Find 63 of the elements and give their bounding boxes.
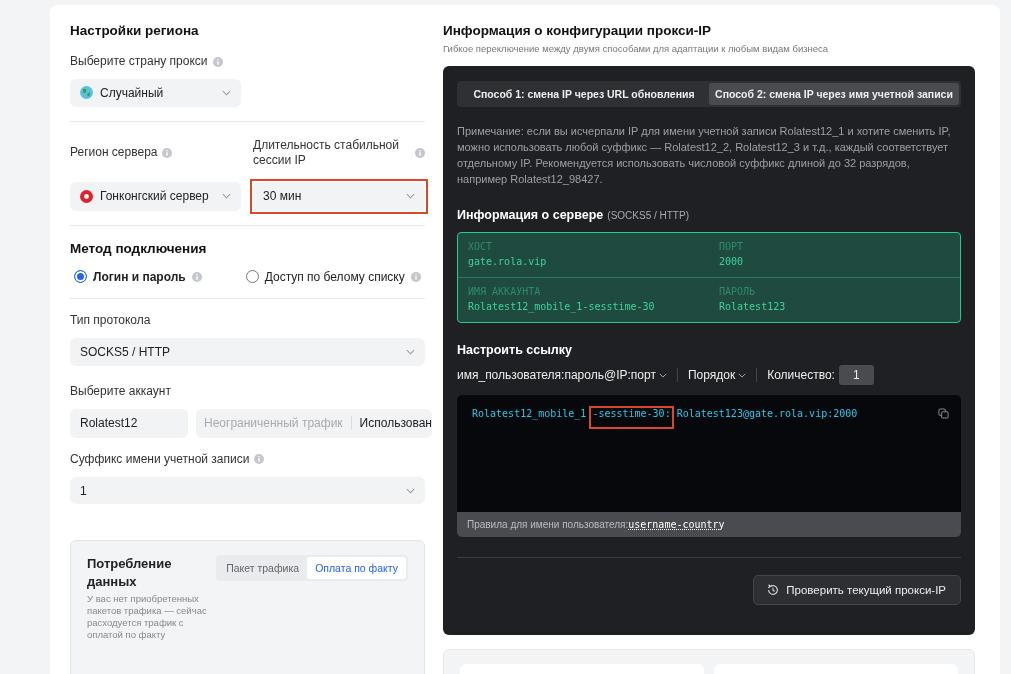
info-icon (415, 147, 425, 158)
copy-icon[interactable] (938, 408, 949, 419)
info-icon (191, 271, 202, 282)
billing-tab[interactable]: Пакет трафика (218, 557, 308, 580)
section-title: Информация о конфигурации прокси-IP (443, 22, 713, 40)
flag-icon (80, 189, 93, 203)
account-field[interactable]: Rolatest12 (70, 408, 188, 438)
field-label: Тип протокола (70, 312, 151, 328)
section-title: Метод подключения (70, 239, 208, 258)
chevron-icon (222, 89, 231, 96)
link-title: Настроить ссылку (457, 343, 573, 357)
radio-label[interactable]: Доступ по белому списку (264, 269, 405, 284)
quantity-field[interactable]: 1 (838, 365, 874, 385)
country-select[interactable]: Случайный (70, 79, 241, 107)
globe-icon (80, 86, 93, 100)
server-field-value: 2000 (719, 256, 745, 267)
chevron-icon (406, 348, 415, 355)
method-tab[interactable]: Способ 1: смена IP через URL обновления (459, 83, 709, 105)
traffic-text: Неограниченный трафик (204, 416, 352, 431)
quantity-label: Количество: (767, 368, 835, 382)
server-info-subtitle: (SOCKS5 / HTTP) (607, 210, 689, 221)
format-dropdown[interactable]: имя_пользователя:пароль@IP:порт (457, 368, 667, 382)
session-duration-select[interactable]: 30 мин (253, 181, 425, 211)
server-field-value: Rolatest123 (719, 301, 787, 312)
field-label: Выберите аккаунт (70, 383, 171, 399)
field-label: Выберите страну прокси (70, 54, 208, 69)
server-info-title: Информация о сервере (457, 208, 604, 222)
info-icon (212, 56, 223, 67)
server-field-value: Rolatest12_mobile_1-sesstime-30 (468, 301, 656, 312)
method-tab[interactable]: Способ 2: смена IP через имя учетной записи (709, 83, 959, 105)
section-title: Настройки региона (70, 22, 200, 40)
field-label: Суффикс имени учетной записи (70, 451, 250, 467)
radio-label[interactable]: Логин и пароль (93, 269, 186, 284)
server-field-label: ИМЯ АККАУНТА (468, 286, 542, 297)
billing-tab[interactable]: Оплата по факту (307, 557, 406, 580)
chevron-icon (222, 193, 231, 200)
card-title: Потребление данных (87, 555, 173, 592)
protocol-select[interactable]: SOCKS5 / HTTP (70, 337, 425, 366)
info-icon (162, 147, 173, 158)
field-label: Длительность стабильной сессии IP (253, 137, 400, 168)
chevron-icon (738, 372, 747, 378)
suffix-select[interactable]: 1 (70, 476, 425, 505)
server-field-value: gate.rola.vip (468, 256, 548, 267)
server-field-label: ХОСТ (468, 241, 494, 252)
server-field-label: ПАРОЛЬ (719, 286, 757, 297)
chevron-icon (406, 193, 415, 200)
refresh-clock-icon (766, 583, 781, 597)
chevron-icon (658, 372, 667, 378)
info-icon (410, 271, 421, 282)
server-field-label: ПОРТ (719, 241, 745, 252)
check-proxy-button[interactable]: Проверить текущий прокси-IP (753, 575, 961, 605)
usage-text: Использован (358, 416, 432, 431)
section-subtitle: Гибкое переключение между двумя способами для адаптации к любым видам бизнеса (443, 43, 830, 54)
order-dropdown[interactable]: Порядок (687, 368, 747, 382)
rule-label: Правила для имени пользователя: (467, 519, 629, 530)
info-icon (254, 454, 265, 465)
chevron-icon (406, 487, 415, 494)
note-text: Примечание: если вы исчерпали IP для имени учетной записи Rolatest12_1 и хотите сменить IP, можно использовать любой суффикс — Rolatest12_2, Rolatest12_3 и т.д., каждый соответствует отдельному IP. Рекомендуется использовать числовой суффикс длиной до 32 разрядов, например Rolatest12_98427. (457, 124, 952, 187)
card-note: У вас нет приобретенных пакетов трафика — сейчас расходуется трафик с оплатой по факту (87, 593, 207, 642)
server-region-select[interactable]: Гонконгский сервер (70, 181, 241, 211)
rule-value: username-country (628, 519, 725, 530)
radio-button[interactable] (74, 270, 87, 284)
field-label: Регион сервера (70, 145, 158, 161)
